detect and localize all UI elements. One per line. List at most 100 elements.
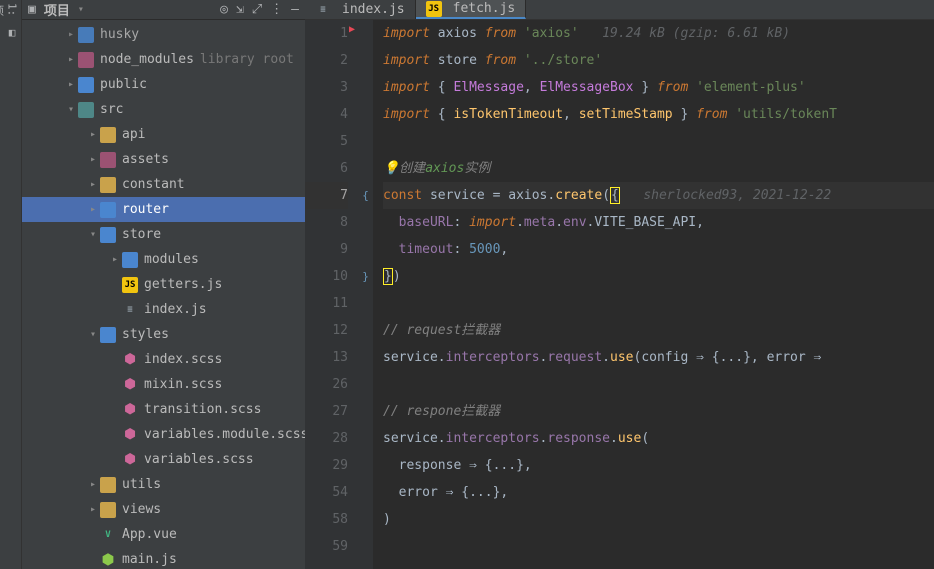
line-number[interactable]: 27	[305, 398, 348, 425]
tree-item-label: constant	[122, 177, 185, 192]
chevron-down-icon[interactable]: ▾	[78, 4, 84, 15]
fold-column[interactable]: {}	[358, 20, 373, 569]
expand-arrow-icon[interactable]	[86, 479, 100, 490]
tree-item-router[interactable]: router	[22, 197, 305, 222]
tab-fetch-js[interactable]: JSfetch.js	[416, 0, 527, 19]
expand-arrow-icon[interactable]	[86, 504, 100, 515]
expand-arrow-icon[interactable]	[86, 154, 100, 165]
tree-item-index-js[interactable]: ≡index.js	[22, 297, 305, 322]
line-number[interactable]: 29	[305, 452, 348, 479]
code-line[interactable]: service.interceptors.request.use(config …	[383, 344, 934, 371]
code-line[interactable]: const service = axios.create({ sherlocke…	[383, 182, 934, 209]
fold-marker	[358, 20, 373, 47]
expand-arrow-icon[interactable]	[86, 179, 100, 190]
tree-item-styles[interactable]: styles	[22, 322, 305, 347]
code-line[interactable]: })	[383, 263, 934, 290]
expand-arrow-icon[interactable]	[64, 79, 78, 90]
expand-arrow-icon[interactable]	[64, 104, 78, 115]
code-line[interactable]: service.interceptors.response.use(	[383, 425, 934, 452]
tree-item-assets[interactable]: assets	[22, 147, 305, 172]
line-number[interactable]: 7	[305, 182, 348, 209]
tree-item-transition-scss[interactable]: ⬢transition.scss	[22, 397, 305, 422]
tree-item-public[interactable]: public	[22, 72, 305, 97]
line-number[interactable]: 4	[305, 101, 348, 128]
tree-item-variables-scss[interactable]: ⬢ variables.scss	[22, 447, 305, 472]
code-line[interactable]: error ⇒ {...},	[383, 479, 934, 506]
expand-icon[interactable]: ⤢	[252, 2, 262, 17]
fold-marker[interactable]: {	[358, 182, 373, 209]
line-number[interactable]: 11	[305, 290, 348, 317]
fold-marker	[358, 425, 373, 452]
code-line[interactable]	[383, 371, 934, 398]
code-line[interactable]: baseURL: import.meta.env.VITE_BASE_API,	[383, 209, 934, 236]
line-number[interactable]: 10	[305, 263, 348, 290]
code-line[interactable]: // respone拦截器	[383, 398, 934, 425]
tree-item-utils[interactable]: utils	[22, 472, 305, 497]
code-line[interactable]: import { isTokenTimeout, setTimeStamp } …	[383, 101, 934, 128]
line-number[interactable]: 1	[305, 20, 348, 47]
collapse-icon[interactable]: ⇲	[236, 2, 244, 17]
code-line[interactable]	[383, 128, 934, 155]
expand-arrow-icon[interactable]	[108, 254, 122, 265]
tree-item-api[interactable]: api	[22, 122, 305, 147]
expand-arrow-icon[interactable]	[86, 229, 100, 240]
target-icon[interactable]: ◎	[220, 2, 228, 17]
line-number[interactable]: 13	[305, 344, 348, 371]
line-number[interactable]: 3	[305, 74, 348, 101]
code-line[interactable]: import store from '../store'	[383, 47, 934, 74]
tree-item-App-vue[interactable]: VApp.vue	[22, 522, 305, 547]
fold-marker	[358, 209, 373, 236]
code-line[interactable]: import axios from 'axios' 19.24 kB (gzip…	[383, 20, 934, 47]
code-line[interactable]: 💡创建axios实例	[383, 155, 934, 182]
tree-item-views[interactable]: views	[22, 497, 305, 522]
line-number[interactable]: 54	[305, 479, 348, 506]
run-marker-icon[interactable]: ▶	[349, 24, 355, 35]
line-number[interactable]: 8	[305, 209, 348, 236]
expand-arrow-icon[interactable]	[86, 129, 100, 140]
expand-arrow-icon[interactable]	[64, 54, 78, 65]
more-icon[interactable]: ⋮	[270, 2, 283, 17]
project-tool-label[interactable]: 1: 项目	[3, 2, 19, 18]
line-number[interactable]: 26	[305, 371, 348, 398]
tree-item-getters-js[interactable]: JSgetters.js	[22, 272, 305, 297]
bookmarks-icon[interactable]: ◧	[3, 24, 19, 40]
line-number[interactable]: 9	[305, 236, 348, 263]
expand-arrow-icon[interactable]	[86, 329, 100, 340]
tree-item-label: variables.scss	[144, 452, 254, 467]
line-number[interactable]: 12	[305, 317, 348, 344]
tree-item-src[interactable]: src	[22, 97, 305, 122]
tab-index-js[interactable]: ≡index.js	[305, 0, 416, 19]
line-number[interactable]: 6	[305, 155, 348, 182]
code-line[interactable]: import { ElMessage, ElMessageBox } from …	[383, 74, 934, 101]
line-gutter[interactable]: ▶ 1234567891011121326272829545859	[305, 20, 358, 569]
tree-item-store[interactable]: store	[22, 222, 305, 247]
tree-item-mixin-scss[interactable]: ⬢mixin.scss	[22, 372, 305, 397]
code-content[interactable]: import axios from 'axios' 19.24 kB (gzip…	[373, 20, 934, 569]
tree-item-main-js[interactable]: ⬢main.js	[22, 547, 305, 569]
file-scss-icon: ⬢	[122, 452, 138, 468]
tree-item-husky[interactable]: husky	[22, 22, 305, 47]
expand-arrow-icon[interactable]	[64, 29, 78, 40]
code-line[interactable]	[383, 290, 934, 317]
file-tree[interactable]: huskynode_moduleslibrary rootpublicsrcap…	[22, 20, 305, 569]
line-number[interactable]: 58	[305, 506, 348, 533]
minimize-icon[interactable]: —	[291, 2, 299, 17]
code-line[interactable]	[383, 533, 934, 560]
line-number[interactable]: 28	[305, 425, 348, 452]
tree-item-constant[interactable]: constant	[22, 172, 305, 197]
code-line[interactable]: // request拦截器	[383, 317, 934, 344]
code-line[interactable]: )	[383, 506, 934, 533]
line-number[interactable]: 59	[305, 533, 348, 560]
folder-blue-icon	[100, 227, 116, 243]
tree-item-variables-module-scss[interactable]: ⬢variables.module.scss	[22, 422, 305, 447]
line-number[interactable]: 5	[305, 128, 348, 155]
expand-arrow-icon[interactable]	[86, 204, 100, 215]
tree-item-node_modules[interactable]: node_moduleslibrary root	[22, 47, 305, 72]
tree-item-index-scss[interactable]: ⬢index.scss	[22, 347, 305, 372]
line-number[interactable]: 2	[305, 47, 348, 74]
fold-marker	[358, 236, 373, 263]
tree-item-modules[interactable]: modules	[22, 247, 305, 272]
fold-marker[interactable]: }	[358, 263, 373, 290]
code-line[interactable]: response ⇒ {...},	[383, 452, 934, 479]
code-line[interactable]: timeout: 5000,	[383, 236, 934, 263]
